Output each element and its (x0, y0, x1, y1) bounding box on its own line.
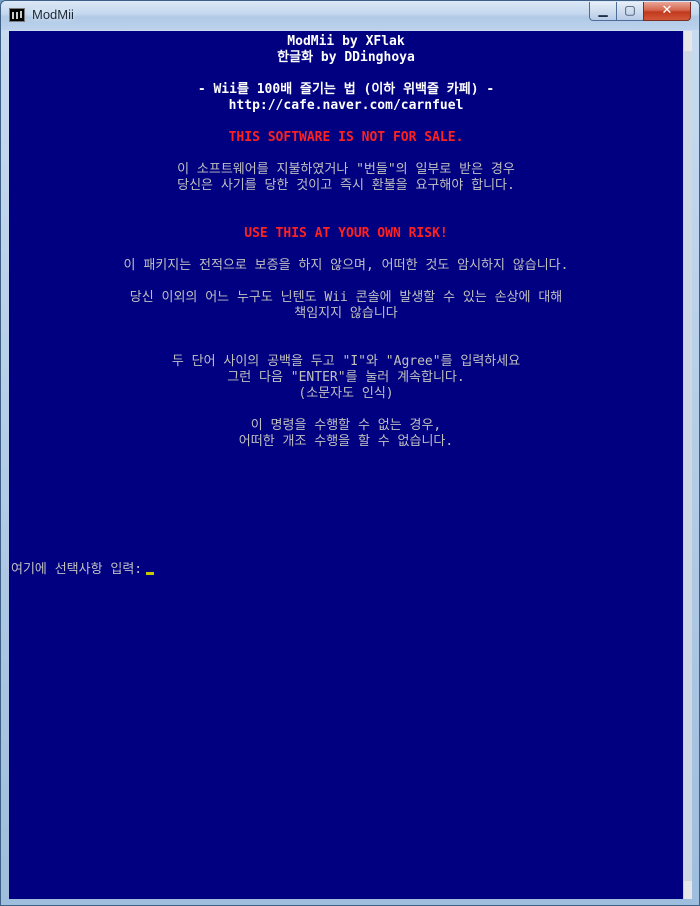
window-title: ModMii (32, 7, 74, 22)
risk-notice-line-1: 이 패키지는 전적으로 보증을 하지 않으며, 어떠한 것도 암시하지 않습니다… (123, 258, 569, 273)
risk-notice-line-3: 책임지지 않습니다 (294, 306, 398, 321)
close-button[interactable]: ✕ (643, 2, 691, 21)
warning-own-risk: USE THIS AT YOUR OWN RISK! (244, 226, 448, 241)
console-app-icon[interactable] (9, 8, 25, 22)
agree-instruction-line-3: (소문자도 인식) (298, 386, 394, 401)
deny-notice-line-1: 이 명령을 수행할 수 없는 경우, (250, 418, 442, 433)
warning-not-for-sale: THIS SOFTWARE IS NOT FOR SALE. (228, 130, 464, 145)
console-output[interactable]: ModMii by XFlak 한글화 by DDinghoya - Wii를 … (9, 31, 683, 899)
console-window: ModMii ▁ ▢ ✕ ModMii by XFlak 한글화 by DDin… (0, 0, 700, 906)
sale-notice-line-2: 당신은 사기를 당한 것이고 즉시 환불을 요구해야 합니다. (177, 178, 515, 193)
text-cursor (146, 572, 155, 575)
agree-instruction-line-1: 두 단어 사이의 공백을 두고 "I"와 "Agree"를 입력하세요 (171, 354, 521, 369)
sale-notice-line-1: 이 소프트웨어를 지불하였거나 "번들"의 일부로 받은 경우 (177, 162, 515, 177)
prompt-label: 여기에 선택사항 입력: (11, 562, 143, 577)
scrollbar-thumb[interactable] (684, 51, 692, 881)
vertical-scrollbar[interactable] (683, 31, 692, 899)
minimize-button[interactable]: ▁ (589, 2, 617, 21)
maximize-button[interactable]: ▢ (616, 2, 644, 21)
deny-notice-line-2: 어떠한 개조 수행을 할 수 없습니다. (238, 434, 454, 449)
agree-instruction-line-2: 그런 다음 "ENTER"를 눌러 계속합니다. (227, 370, 465, 385)
title-bar[interactable]: ModMii ▁ ▢ ✕ (1, 1, 699, 30)
community-line: - Wii를 100배 즐기는 법 (이하 위백즐 카페) - (197, 82, 495, 97)
header-title: ModMii by XFlak (287, 34, 405, 49)
input-prompt[interactable]: 여기에 선택사항 입력: (11, 562, 683, 578)
risk-notice-line-2: 당신 이외의 어느 누구도 닌텐도 Wii 콘솔에 발생할 수 있는 손상에 대… (129, 290, 563, 305)
header-credit: 한글화 by DDinghoya (277, 50, 415, 65)
community-url: http://cafe.naver.com/carnfuel (228, 98, 464, 113)
